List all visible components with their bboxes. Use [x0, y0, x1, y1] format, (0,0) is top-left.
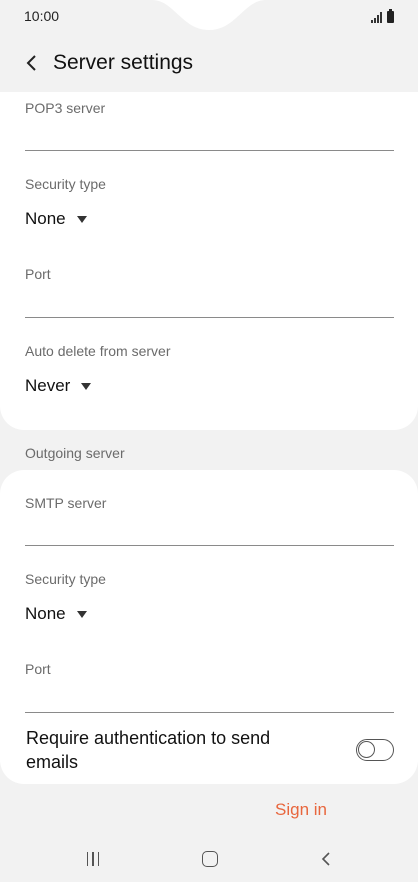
port-underline [25, 317, 394, 318]
caret-down-icon [76, 610, 87, 618]
camera-notch [152, 0, 266, 30]
recents-icon [86, 852, 100, 866]
recents-button[interactable] [63, 836, 123, 882]
port-input[interactable] [25, 685, 394, 711]
pop3-server-label: POP3 server [25, 100, 106, 116]
status-time: 10:00 [24, 8, 60, 24]
pop3-server-input[interactable] [25, 123, 394, 149]
chevron-left-icon [26, 55, 36, 71]
smtp-server-underline [25, 545, 394, 546]
security-type-label: Security type [25, 176, 106, 192]
incoming-server-card: POP3 server Security type None Port Auto… [0, 92, 418, 430]
port-input[interactable] [25, 290, 394, 316]
require-auth-label: Require authentication to send emails [26, 728, 271, 772]
navigation-bar [0, 836, 418, 882]
port-underline [25, 712, 394, 713]
sign-in-button[interactable]: Sign in [262, 796, 340, 824]
app-bar: Server settings [0, 34, 418, 92]
smtp-server-input[interactable] [25, 518, 394, 544]
status-bar: 10:00 [0, 0, 418, 34]
outgoing-server-header: Outgoing server [25, 445, 125, 461]
home-icon [202, 851, 218, 867]
caret-down-icon [76, 215, 87, 223]
status-icons [371, 9, 394, 23]
battery-icon [387, 9, 394, 23]
back-button[interactable] [4, 34, 60, 92]
smtp-server-label: SMTP server [25, 495, 107, 511]
caret-down-icon [81, 382, 92, 390]
auto-delete-value: Never [25, 376, 71, 395]
back-icon [321, 852, 330, 866]
port-label: Port [25, 661, 51, 677]
home-button[interactable] [180, 836, 240, 882]
security-type-value: None [25, 604, 66, 623]
require-auth-toggle[interactable] [356, 739, 394, 761]
security-type-value: None [25, 209, 66, 228]
require-auth-row[interactable]: Require authentication to send emails [26, 724, 394, 776]
security-type-dropdown[interactable]: None [25, 601, 87, 627]
auto-delete-dropdown[interactable]: Never [25, 373, 92, 399]
security-type-dropdown[interactable]: None [25, 206, 87, 232]
pop3-server-underline [25, 150, 394, 151]
security-type-label: Security type [25, 571, 106, 587]
nav-back-button[interactable] [296, 836, 356, 882]
signal-icon [371, 11, 382, 23]
auto-delete-label: Auto delete from server [25, 343, 171, 359]
toggle-knob [358, 741, 375, 758]
port-label: Port [25, 266, 51, 282]
page-title: Server settings [53, 51, 194, 74]
